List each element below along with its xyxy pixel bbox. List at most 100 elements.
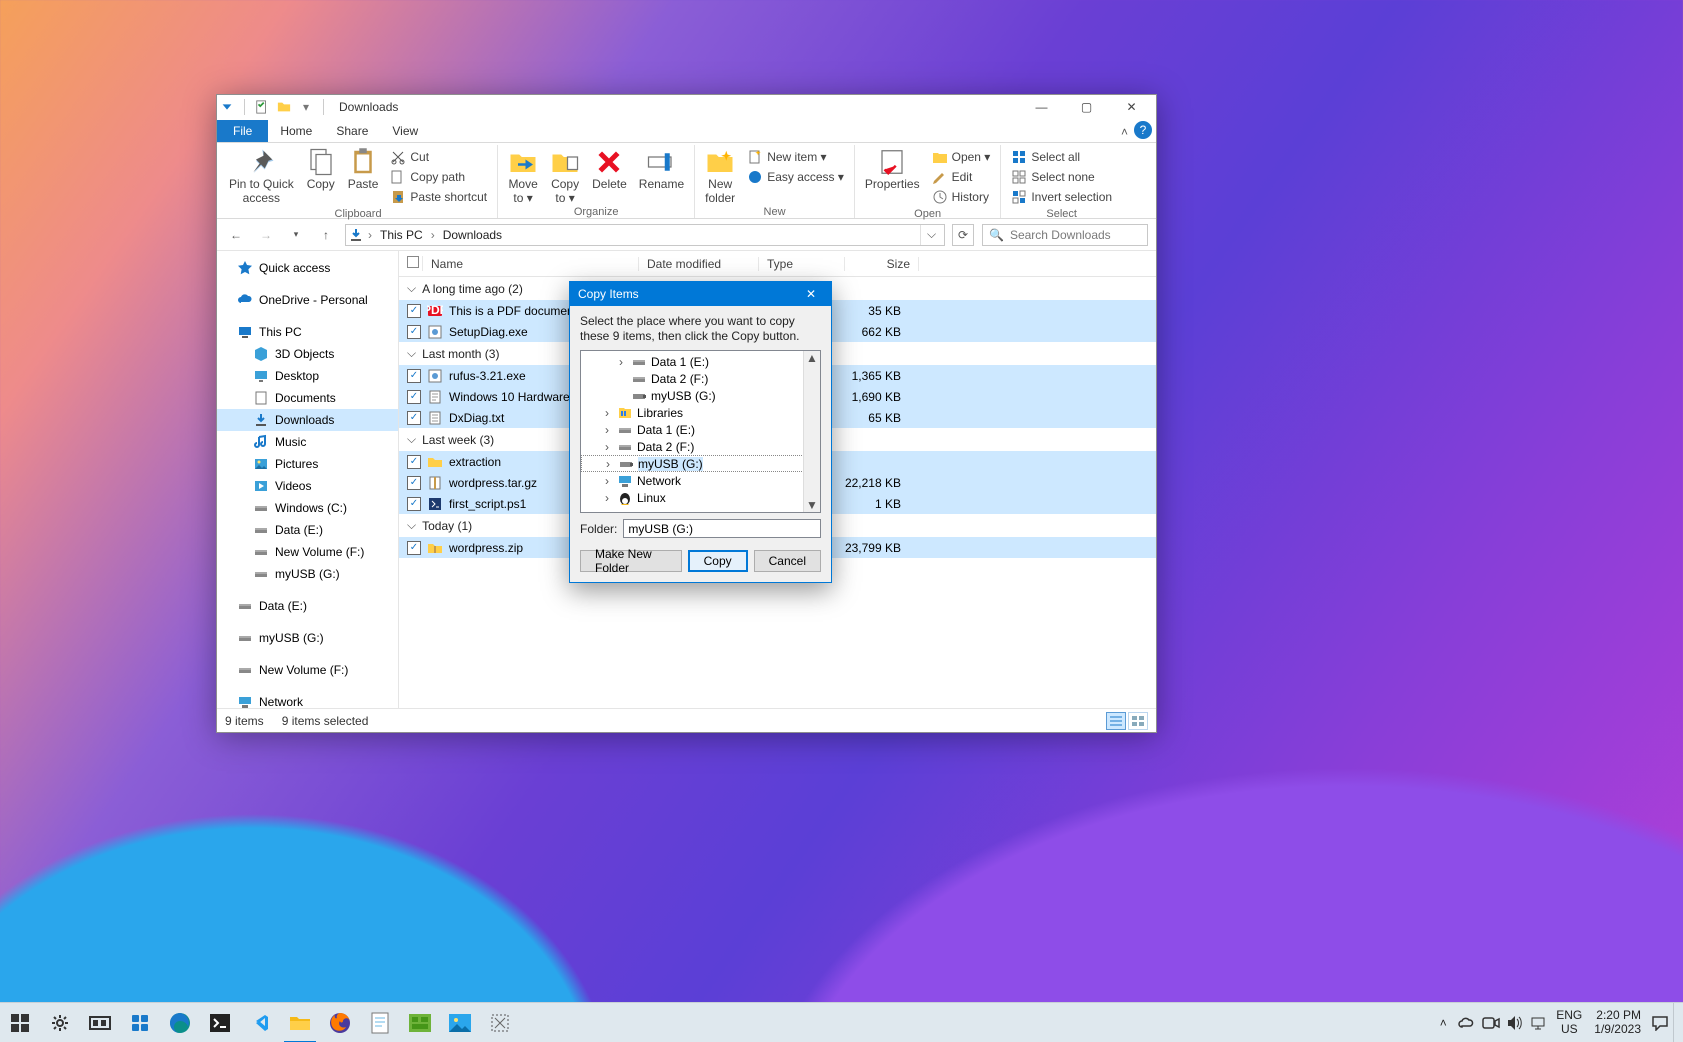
checkbox[interactable]: ✓ [407,304,421,318]
col-checkbox[interactable] [399,256,423,271]
edge-button[interactable] [160,1003,200,1042]
start-button[interactable] [0,1003,40,1042]
invert-selection-button[interactable]: Invert selection [1005,187,1118,207]
nav-item[interactable]: Videos [217,475,398,497]
move-to-button[interactable]: Move to ▾ [502,145,544,205]
clock[interactable]: 2:20 PM1/9/2023 [1588,1009,1647,1035]
cut-button[interactable]: Cut [384,147,493,167]
onedrive-tray-icon[interactable] [1456,1003,1478,1042]
snipping-button[interactable] [480,1003,520,1042]
settings-button[interactable] [40,1003,80,1042]
checkbox[interactable]: ✓ [407,497,421,511]
nav-thispc[interactable]: This PC [217,321,398,343]
explorer-button[interactable] [280,1003,320,1042]
nav-item[interactable]: Data (E:) [217,519,398,541]
show-desktop-button[interactable] [1673,1003,1679,1042]
history-button[interactable]: History [926,187,997,207]
folder-tree[interactable]: › Data 1 (E:) Data 2 (F:) myUSB (G:)› Li… [580,350,821,513]
address-dropdown[interactable]: ⌵ [920,225,942,245]
close-button[interactable]: ✕ [1109,95,1154,119]
nav-pane[interactable]: Quick access OneDrive - Personal This PC… [217,251,399,708]
properties-button[interactable]: Properties [859,145,926,191]
col-type[interactable]: Type [759,257,845,271]
nav-item[interactable]: New Volume (F:) [217,659,398,681]
expand-icon[interactable]: › [602,457,614,471]
expand-icon[interactable]: ▾ [298,99,314,115]
nav-onedrive[interactable]: OneDrive - Personal [217,289,398,311]
col-date[interactable]: Date modified [639,257,759,271]
recent-button[interactable]: ▾ [285,224,307,246]
nav-item[interactable]: Desktop [217,365,398,387]
copy-path-button[interactable]: Copy path [384,167,493,187]
nav-item[interactable]: Documents [217,387,398,409]
back-button[interactable]: ← [225,224,247,246]
volume-icon[interactable] [1504,1003,1526,1042]
maximize-button[interactable]: ▢ [1064,95,1109,119]
tree-node[interactable]: › myUSB (G:) [581,455,820,472]
edit-button[interactable]: Edit [926,167,997,187]
properties-icon[interactable] [254,99,270,115]
tree-node[interactable]: › Network [581,472,820,489]
paste-button[interactable]: Paste [342,145,385,191]
open-button[interactable]: Open ▾ [926,147,997,167]
icons-view-button[interactable] [1128,712,1148,730]
search-box[interactable]: 🔍 Search Downloads [982,224,1148,246]
notepad-button[interactable] [360,1003,400,1042]
expand-icon[interactable]: › [601,423,613,437]
checkbox[interactable]: ✓ [407,476,421,490]
nav-quickaccess[interactable]: Quick access [217,257,398,279]
nav-item[interactable]: Network [217,691,398,708]
tree-node[interactable]: › Data 1 (E:) [581,353,820,370]
widgets-button[interactable] [120,1003,160,1042]
select-none-button[interactable]: Select none [1005,167,1118,187]
checkbox[interactable]: ✓ [407,369,421,383]
tree-node[interactable]: › Linux [581,489,820,506]
cancel-button[interactable]: Cancel [754,550,821,572]
tab-view[interactable]: View [380,120,430,142]
new-folder-button[interactable]: New folder [699,145,741,205]
refresh-button[interactable]: ⟳ [952,224,974,246]
taskview-button[interactable] [80,1003,120,1042]
expand-icon[interactable]: › [601,406,613,420]
nav-item[interactable]: myUSB (G:) [217,563,398,585]
pin-quickaccess-button[interactable]: Pin to Quick access [223,145,300,205]
nav-item[interactable]: myUSB (G:) [217,627,398,649]
firefox-button[interactable] [320,1003,360,1042]
folder-input[interactable] [623,519,821,538]
expand-icon[interactable]: › [601,440,613,454]
forward-button[interactable]: → [255,224,277,246]
tab-home[interactable]: Home [268,120,324,142]
crumb-downloads[interactable]: Downloads [439,228,506,242]
details-view-button[interactable] [1106,712,1126,730]
meet-now-icon[interactable] [1480,1003,1502,1042]
expand-icon[interactable]: › [601,474,613,488]
tree-node[interactable]: Data 2 (F:) [581,370,820,387]
nav-item[interactable]: New Volume (F:) [217,541,398,563]
checkbox[interactable]: ✓ [407,325,421,339]
make-new-folder-button[interactable]: Make New Folder [580,550,682,572]
minimize-button[interactable]: — [1019,95,1064,119]
up-button[interactable]: ↑ [315,224,337,246]
new-item-button[interactable]: New item ▾ [741,147,850,167]
col-size[interactable]: Size [845,257,919,271]
expand-icon[interactable]: › [601,491,613,505]
tree-scrollbar[interactable]: ▲▼ [803,351,820,512]
copy-button[interactable]: Copy [300,145,342,191]
folder-icon[interactable] [276,99,292,115]
nav-item[interactable]: Pictures [217,453,398,475]
dialog-close-button[interactable]: ✕ [791,282,831,306]
checkbox[interactable]: ✓ [407,455,421,469]
checkbox[interactable]: ✓ [407,390,421,404]
tab-share[interactable]: Share [324,120,380,142]
nav-item[interactable]: Downloads [217,409,398,431]
expand-icon[interactable]: › [615,355,627,369]
tree-node[interactable]: myUSB (G:) [581,387,820,404]
network-icon[interactable] [1528,1003,1550,1042]
language-indicator[interactable]: ENGUS [1552,1009,1586,1035]
tree-node[interactable]: › Libraries [581,404,820,421]
delete-button[interactable]: Delete [586,145,633,191]
photos-button[interactable] [440,1003,480,1042]
copy-button[interactable]: Copy [688,550,748,572]
regedit-button[interactable] [400,1003,440,1042]
nav-item[interactable]: Data (E:) [217,595,398,617]
